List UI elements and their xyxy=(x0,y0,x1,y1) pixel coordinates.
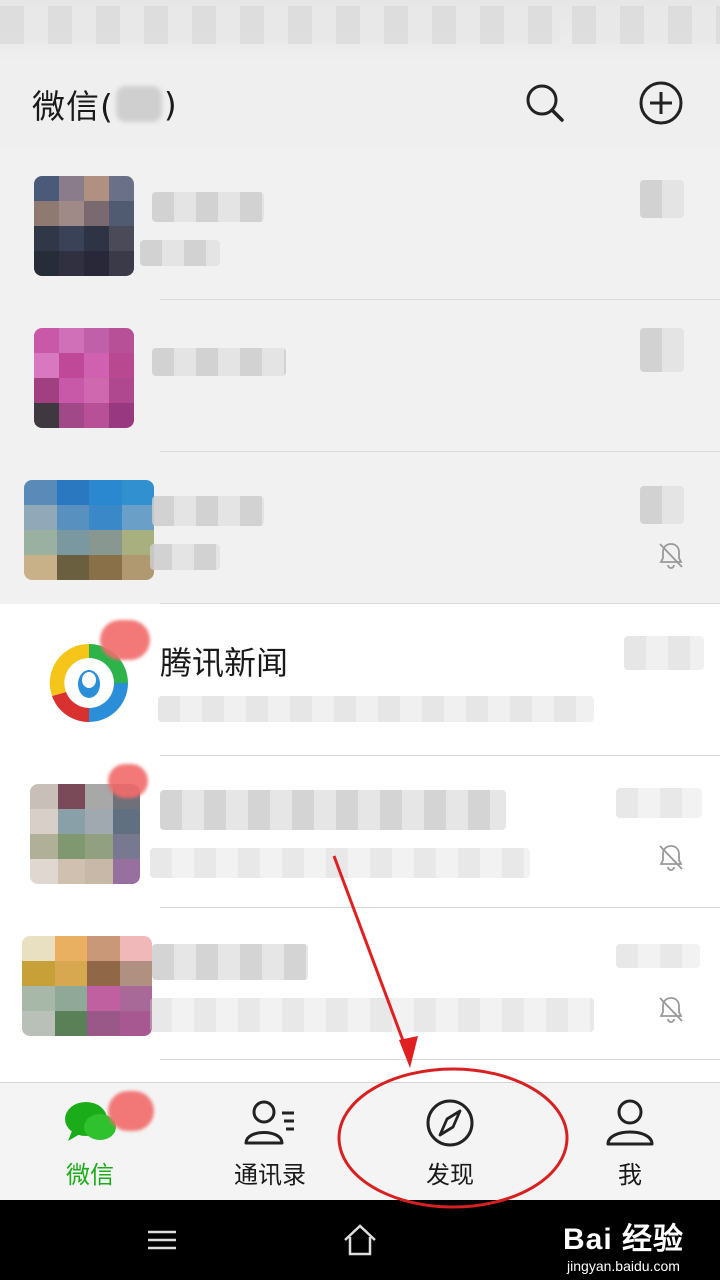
watermark-url: jingyan.baidu.com xyxy=(567,1258,680,1274)
add-button[interactable] xyxy=(636,78,686,128)
avatar xyxy=(30,784,140,884)
status-bar xyxy=(0,0,720,58)
chat-row[interactable] xyxy=(0,148,720,300)
mute-icon xyxy=(656,842,686,872)
chat-row[interactable] xyxy=(0,908,720,1060)
chat-preview-blur xyxy=(150,998,594,1032)
chat-time-blur xyxy=(640,486,684,524)
chat-time-blur xyxy=(624,636,704,670)
compass-icon xyxy=(422,1097,478,1149)
chat-preview-blur xyxy=(158,696,594,722)
app-header: 微信( ) xyxy=(0,58,720,148)
avatar xyxy=(34,176,134,276)
chat-time-blur xyxy=(616,788,702,818)
tab-contacts[interactable]: 通讯录 xyxy=(180,1083,360,1201)
chat-name-blur xyxy=(152,944,308,980)
tab-label: 微信 xyxy=(66,1161,114,1189)
chat-row[interactable] xyxy=(0,756,720,908)
chat-list: 腾讯新闻 xyxy=(0,148,720,1082)
chat-time-blur xyxy=(616,944,700,968)
chat-time-blur xyxy=(640,180,684,218)
row-divider xyxy=(160,1059,720,1060)
chat-name: 腾讯新闻 xyxy=(160,644,289,682)
chat-preview-blur xyxy=(140,240,220,266)
tab-discover[interactable]: 发现 xyxy=(360,1083,540,1201)
chat-preview-blur xyxy=(150,848,530,878)
plus-circle-icon xyxy=(639,81,683,125)
title-prefix: 微信( xyxy=(32,87,114,126)
unread-badge xyxy=(100,620,150,660)
tab-label: 发现 xyxy=(426,1161,474,1189)
avatar xyxy=(22,936,152,1036)
unread-count-blur xyxy=(115,86,162,122)
page-title: 微信( ) xyxy=(32,80,178,128)
search-icon xyxy=(526,84,564,122)
chat-name-blur xyxy=(152,496,264,526)
status-bar-blur xyxy=(572,6,720,44)
tab-wechat[interactable]: 微信 xyxy=(0,1083,180,1201)
title-suffix: ) xyxy=(163,84,178,124)
menu-icon xyxy=(148,1230,176,1250)
baidu-jingyan-watermark: Bai 经验 jingyan.baidu.com xyxy=(563,1214,684,1274)
chat-row-tencent-news[interactable]: 腾讯新闻 xyxy=(0,604,720,756)
home-button[interactable] xyxy=(340,1220,380,1260)
avatar xyxy=(24,480,154,580)
search-button[interactable] xyxy=(520,78,570,128)
contacts-icon xyxy=(242,1097,298,1149)
tab-label: 通讯录 xyxy=(234,1161,306,1189)
chat-name-blur xyxy=(160,790,506,830)
person-icon xyxy=(602,1097,658,1149)
tab-label: 我 xyxy=(618,1161,642,1189)
tab-bar: 微信 通讯录 发现 我 xyxy=(0,1082,720,1201)
unread-badge xyxy=(108,764,148,798)
chat-preview-blur xyxy=(150,544,220,570)
avatar xyxy=(34,328,134,428)
chat-row[interactable] xyxy=(0,452,720,604)
mute-icon xyxy=(656,540,686,570)
menu-button[interactable] xyxy=(142,1220,182,1260)
mute-icon xyxy=(656,994,686,1024)
chat-name-blur xyxy=(152,192,264,222)
chat-time-blur xyxy=(640,328,684,372)
unread-badge xyxy=(108,1091,154,1131)
chat-name-blur xyxy=(152,348,286,376)
watermark-brand: Bai 经验 xyxy=(562,1223,684,1256)
status-bar-blur xyxy=(0,6,560,44)
home-icon xyxy=(344,1224,376,1256)
chat-row[interactable] xyxy=(0,300,720,452)
tab-me[interactable]: 我 xyxy=(540,1083,720,1201)
